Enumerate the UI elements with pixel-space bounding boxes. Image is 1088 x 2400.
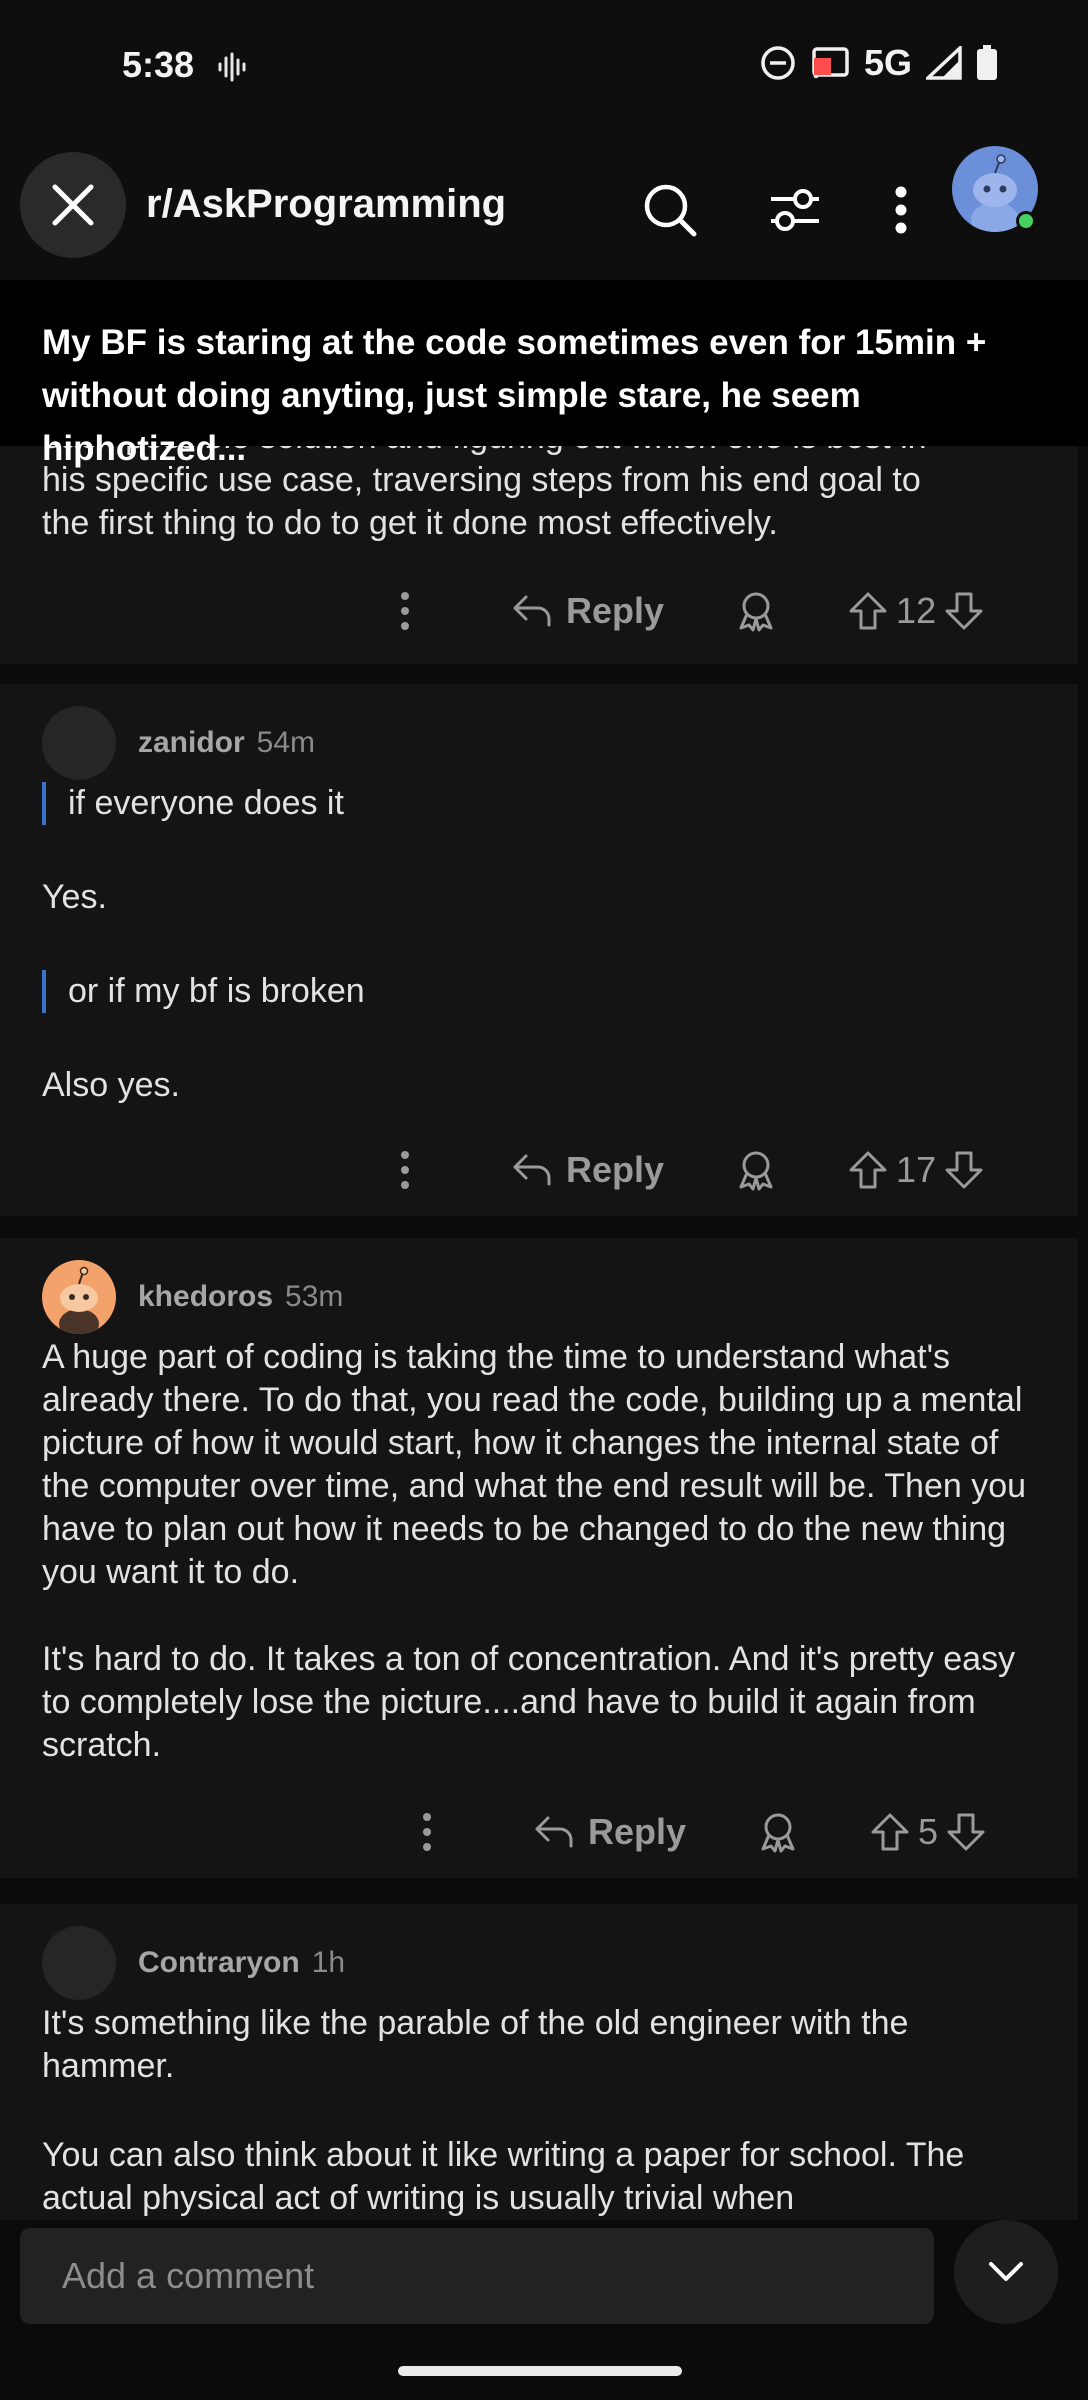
upvote-icon[interactable] [848,591,888,631]
vote-score: 17 [896,1149,937,1190]
upvote-icon[interactable] [848,1150,888,1190]
comment-quote: or if my bf is broken [42,970,365,1013]
collapse-thread-button[interactable] [954,2220,1058,2324]
reply-icon [513,595,551,627]
more-vertical-icon [895,186,907,234]
comment-composer: Add a comment [0,2220,1088,2400]
comment-actions: Reply 17 [400,1140,984,1200]
downvote-icon[interactable] [946,1812,986,1852]
comment-card: each possible solution and figuring out … [0,446,1078,664]
snoo-avatar-icon [59,1266,99,1334]
voice-activity-icon [218,52,246,82]
avatar[interactable] [42,706,116,780]
downvote-icon[interactable] [944,1150,984,1190]
comment-paragraph: You can also think about it like writing… [42,2136,965,2217]
sort-filter-button[interactable] [757,172,833,248]
avatar[interactable] [42,1926,116,2000]
comment-author[interactable]: Contraryon [138,1946,300,1980]
reply-label: Reply [566,1149,665,1190]
add-comment-input[interactable]: Add a comment [20,2228,934,2324]
comment-actions: Reply 12 [400,581,984,641]
network-type: 5G [863,42,912,83]
filter-icon [771,189,819,231]
reply-button[interactable]: Reply [512,590,664,632]
more-vertical-icon[interactable] [400,591,410,631]
reply-icon [513,1154,551,1186]
comment-actions: Reply 5 [422,1802,986,1862]
status-icons: 5G [760,42,998,84]
comment-age: 54m [256,726,316,759]
vote-score: 5 [918,1811,939,1852]
search-button[interactable] [632,172,708,248]
status-time: 5:38 [122,44,195,85]
overflow-menu-button[interactable] [863,172,939,248]
home-indicator[interactable] [398,2366,682,2376]
app-header: r/AskProgramming [0,140,1088,280]
comment-card: khedoros 53m A huge part of coding is ta… [0,1238,1078,1878]
cast-icon [812,47,849,79]
do-not-disturb-icon [761,46,795,80]
award-icon[interactable] [736,1149,776,1191]
comment-paragraph: Yes. [42,878,107,916]
post-title-bar[interactable]: My BF is staring at the code sometimes e… [0,280,1088,468]
reply-icon [535,1816,573,1848]
subreddit-title[interactable]: r/AskProgramming [146,182,506,227]
more-vertical-icon[interactable] [422,1812,432,1852]
comment-paragraph: Also yes. [42,1066,180,1104]
comment-author[interactable]: khedoros [138,1280,273,1314]
reply-label: Reply [588,1811,687,1852]
downvote-icon[interactable] [944,591,984,631]
comment-age: 53m [285,1280,344,1313]
signal-icon [926,46,962,80]
reply-button[interactable]: Reply [512,1149,664,1191]
avatar[interactable] [42,1260,116,1334]
reply-button[interactable]: Reply [534,1811,686,1853]
comment-header: Contraryon 1h [42,1926,345,2000]
comment-card: zanidor 54m if everyone does it Yes. or … [0,684,1078,1216]
battery-icon [977,45,997,80]
status-bar: 5:38 5G [0,0,1088,140]
comment-header: zanidor 54m [42,706,315,780]
award-icon[interactable] [736,590,776,632]
award-icon[interactable] [758,1811,798,1853]
close-button[interactable] [20,152,126,258]
reply-label: Reply [566,590,665,631]
comments-list: each possible solution and figuring out … [0,446,1088,2220]
comment-card: Contraryon 1h It's something like the pa… [0,1904,1078,2220]
comment-paragraph: It's something like the parable of the o… [42,2004,909,2085]
comment-author[interactable]: zanidor [138,726,245,760]
vote-score: 12 [896,590,937,631]
close-icon [52,184,94,226]
upvote-icon[interactable] [870,1812,910,1852]
comment-line: the first thing to do to get it done mos… [42,504,778,542]
comment-age: 1h [311,1946,346,1979]
more-vertical-icon[interactable] [400,1150,410,1190]
search-icon [644,184,697,237]
comment-paragraph: A huge part of coding is taking the time… [42,1338,1027,1591]
online-status-dot [1016,211,1036,231]
comment-header: khedoros 53m [42,1260,343,1334]
comment-paragraph: It's hard to do. It takes a ton of conce… [42,1640,1016,1764]
comment-quote: if everyone does it [42,782,344,825]
post-title: My BF is staring at the code sometimes e… [42,323,987,468]
chevron-down-icon [989,2262,1023,2281]
